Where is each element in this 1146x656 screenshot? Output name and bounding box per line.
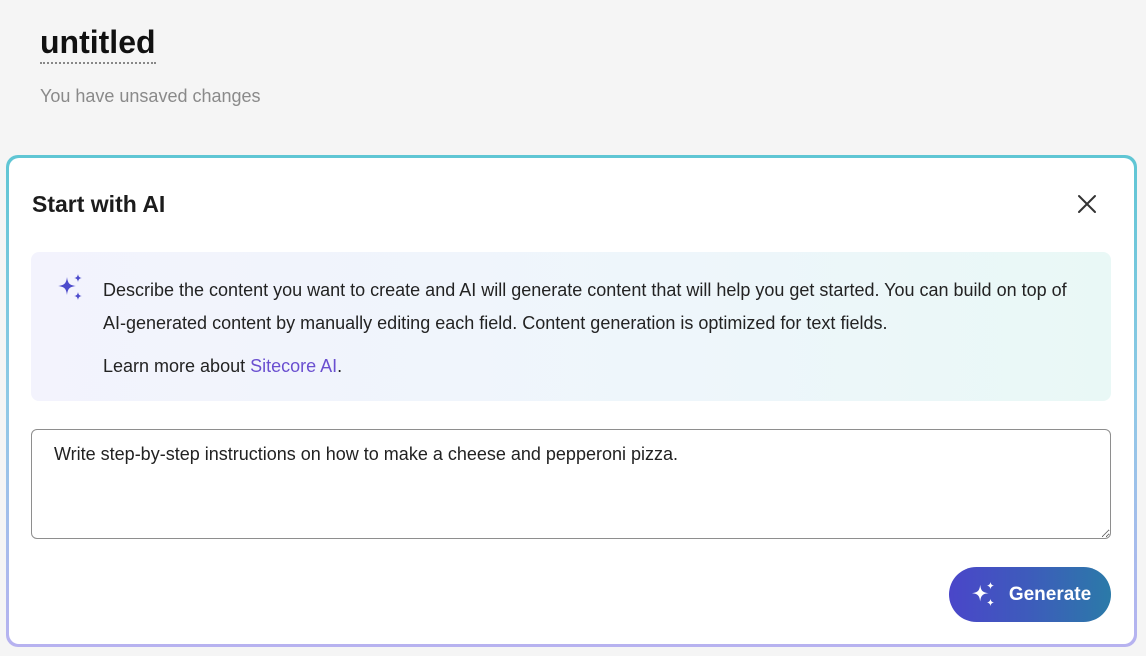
document-title[interactable]: untitled [40, 22, 156, 64]
info-description: Describe the content you want to create … [103, 280, 1067, 333]
panel-title: Start with AI [32, 191, 166, 217]
close-icon [1078, 195, 1096, 213]
ai-panel-frame: Start with AI Describe the content you w… [6, 155, 1137, 647]
page-header: untitled You have unsaved changes [40, 22, 261, 107]
close-button[interactable] [1073, 190, 1101, 218]
generate-label: Generate [1008, 583, 1092, 605]
learn-more-prefix: Learn more about [103, 356, 251, 376]
prompt-input[interactable]: Write step-by-step instructions on how t… [31, 429, 1111, 539]
unsaved-status: You have unsaved changes [40, 86, 261, 106]
start-with-ai-panel: Start with AI Describe the content you w… [9, 158, 1134, 644]
learn-more-suffix: . [337, 356, 343, 376]
learn-more-text: Learn more about Sitecore AI. [103, 350, 342, 383]
sparkles-icon [58, 274, 82, 300]
generate-button[interactable]: Generate [949, 567, 1111, 622]
sitecore-ai-link[interactable]: Sitecore AI [250, 356, 337, 376]
info-box: Describe the content you want to create … [31, 252, 1111, 401]
sparkles-icon [971, 581, 995, 606]
